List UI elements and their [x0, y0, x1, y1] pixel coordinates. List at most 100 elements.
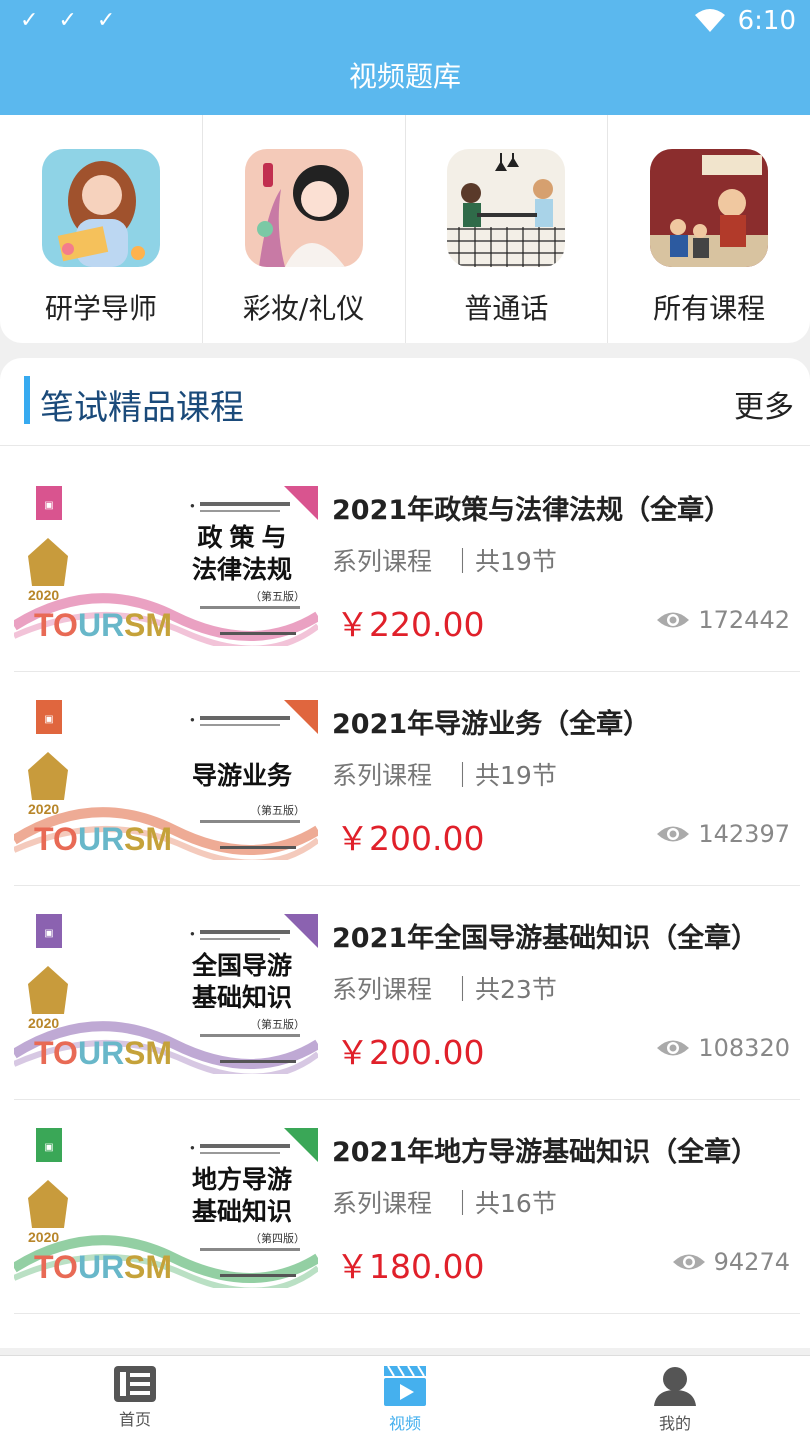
check-icon: ✓ — [20, 8, 39, 33]
svg-text:●: ● — [190, 715, 195, 724]
status-bar: ✓ ✓ ✓ 6:10 — [0, 0, 810, 42]
course-views: 108320 — [656, 1034, 790, 1062]
course-views: 94274 — [672, 1248, 790, 1276]
course-series: 系列课程 — [332, 975, 433, 1004]
tab-label: 首页 — [118, 1410, 151, 1429]
all-courses-illustration — [650, 149, 769, 267]
category-item-mandarin[interactable]: 普通话 — [406, 115, 609, 343]
tab-video[interactable]: 视频 — [270, 1356, 540, 1440]
course-cover: ▣ 2020 TO UR SM ● 政 策 与 法律法规 （第五版） — [14, 486, 318, 646]
notification-icons: ✓ ✓ ✓ — [20, 8, 115, 33]
category-label: 彩妆/礼仪 — [242, 292, 365, 325]
bottom-tab-bar: 首页 视频 我的 — [0, 1355, 810, 1440]
eye-icon — [657, 826, 690, 842]
section-header: 笔试精品课程 更多 — [0, 358, 810, 446]
svg-text:●: ● — [190, 501, 195, 510]
svg-text:（第四版）: （第四版） — [250, 1231, 305, 1245]
video-icon — [384, 1366, 426, 1406]
check-icon: ✓ — [96, 8, 116, 33]
tab-label: 我的 — [658, 1414, 691, 1433]
svg-text:（第五版）: （第五版） — [250, 1017, 305, 1031]
svg-text:政 策 与: 政 策 与 — [198, 523, 287, 552]
category-label: 研学导师 — [44, 292, 157, 325]
course-title: 2021年全国导游基础知识（全章） — [332, 923, 759, 954]
course-series: 系列课程 — [332, 761, 433, 790]
eye-icon — [657, 612, 690, 628]
section-accent-bar — [24, 376, 30, 424]
svg-text:（第五版）: （第五版） — [250, 589, 305, 603]
svg-text:▣: ▣ — [44, 1142, 53, 1153]
svg-text:地方导游: 地方导游 — [192, 1165, 292, 1194]
more-link[interactable]: 更多 — [734, 382, 794, 426]
course-series: 系列课程 — [332, 1189, 433, 1218]
user-icon — [654, 1367, 696, 1406]
course-item[interactable]: ▣ 2020 TO UR SM ● 全国导游 基础知识 （第五版） 2021年全… — [14, 886, 800, 1100]
category-item-research-tutor[interactable]: 研学导师 — [0, 115, 203, 343]
check-icon: ✓ — [58, 8, 77, 33]
course-item[interactable]: ▣ 2020 TO UR SM ● 导游业务 （第五版） 2021年导游业务（全… — [14, 672, 800, 886]
app-bar: 视频题库 — [0, 42, 810, 115]
svg-text:SM: SM — [124, 821, 172, 857]
svg-text:（第五版）: （第五版） — [250, 803, 305, 817]
svg-text:●: ● — [190, 929, 195, 938]
category-item-makeup-etiquette[interactable]: 彩妆/礼仪 — [203, 115, 406, 343]
svg-text:SM: SM — [124, 1035, 172, 1071]
tab-mine[interactable]: 我的 — [540, 1356, 810, 1440]
svg-text:▣: ▣ — [44, 500, 53, 511]
course-title: 2021年政策与法律法规（全章） — [332, 495, 732, 526]
course-price: ￥180.00 — [336, 1247, 485, 1286]
course-item[interactable]: ▣ 2020 TO UR SM ● 地方导游 基础知识 （第四版） 2021年地… — [14, 1100, 800, 1314]
svg-text:▣: ▣ — [44, 714, 53, 725]
svg-text:2020: 2020 — [28, 801, 59, 817]
tab-home[interactable]: 首页 — [0, 1356, 270, 1440]
category-item-all-courses[interactable]: 所有课程 — [608, 115, 810, 343]
category-label: 普通话 — [464, 292, 549, 325]
svg-text:法律法规: 法律法规 — [192, 556, 292, 584]
svg-text:2020: 2020 — [28, 1229, 59, 1245]
view-count: 108320 — [698, 1034, 790, 1062]
course-meta: 系列课程 ｜共23节 — [332, 970, 557, 1006]
eye-icon — [672, 1254, 705, 1270]
course-meta: 系列课程 ｜共19节 — [332, 542, 557, 578]
svg-text:UR: UR — [78, 821, 124, 857]
view-count: 172442 — [698, 606, 790, 634]
view-count: 142397 — [698, 820, 790, 848]
status-time: 6:10 — [737, 6, 796, 36]
course-lessons: ｜共19节 — [450, 761, 557, 790]
svg-text:UR: UR — [78, 607, 124, 643]
svg-text:UR: UR — [78, 1035, 124, 1071]
svg-text:TO: TO — [34, 821, 78, 857]
course-lessons: ｜共16节 — [450, 1189, 557, 1218]
tab-label: 视频 — [388, 1414, 421, 1433]
course-meta: 系列课程 ｜共19节 — [332, 756, 557, 792]
page-title: 视频题库 — [348, 60, 461, 93]
course-cover: ▣ 2020 TO UR SM ● 地方导游 基础知识 （第四版） — [14, 1128, 318, 1288]
category-grid: 研学导师 彩妆/礼仪 普通话 所有课程 — [0, 115, 810, 343]
status-right: 6:10 — [694, 6, 796, 36]
section-title: 笔试精品课程 — [40, 388, 244, 428]
course-item[interactable]: ▣ 2020 TO UR SM ● 政 策 与 法律法规 （第五版） 2021年… — [14, 458, 800, 672]
svg-text:基础知识: 基础知识 — [192, 1198, 292, 1226]
svg-text:2020: 2020 — [28, 1015, 59, 1031]
svg-text:SM: SM — [124, 1249, 172, 1285]
course-price: ￥220.00 — [336, 605, 485, 644]
category-label: 所有课程 — [653, 292, 766, 325]
svg-text:SM: SM — [124, 607, 172, 643]
svg-text:▣: ▣ — [44, 928, 53, 939]
svg-text:基础知识: 基础知识 — [192, 984, 292, 1012]
svg-text:2020: 2020 — [28, 587, 59, 603]
course-meta: 系列课程 ｜共16节 — [332, 1184, 557, 1220]
mandarin-illustration — [447, 149, 566, 267]
svg-text:UR: UR — [78, 1249, 124, 1285]
course-series: 系列课程 — [332, 547, 433, 576]
course-price: ￥200.00 — [336, 1033, 485, 1072]
svg-text:TO: TO — [34, 1249, 78, 1285]
course-views: 172442 — [656, 606, 790, 634]
course-views: 142397 — [656, 820, 790, 848]
wifi-icon — [694, 9, 725, 32]
course-price: ￥200.00 — [336, 819, 485, 858]
course-title: 2021年地方导游基础知识（全章） — [332, 1137, 759, 1168]
makeup-etiquette-illustration — [244, 149, 363, 267]
svg-text:●: ● — [190, 1143, 195, 1152]
course-cover: ▣ 2020 TO UR SM ● 全国导游 基础知识 （第五版） — [14, 914, 318, 1074]
